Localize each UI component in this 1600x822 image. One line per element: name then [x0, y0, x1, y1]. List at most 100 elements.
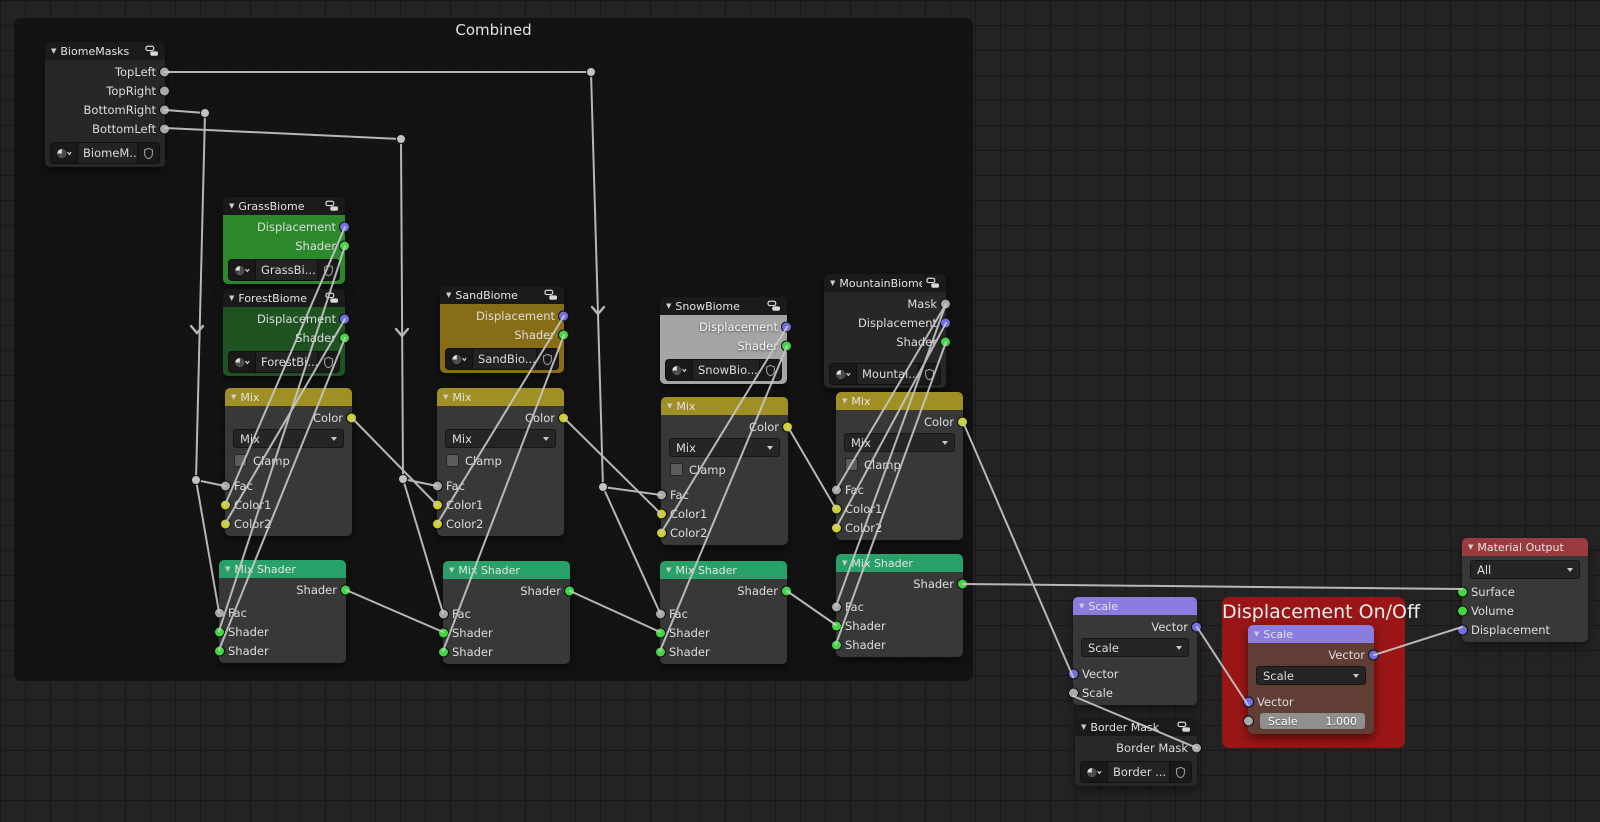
node-header[interactable]: ▼ Mix Shader — [836, 554, 963, 572]
collapse-arrow-icon[interactable]: ▼ — [51, 47, 56, 55]
fac-input-socket[interactable] — [432, 480, 443, 491]
node-mix-mountain[interactable]: ▼ Mix Color Mix Clamp Fac Color1 Color2 — [831, 392, 968, 540]
checkbox[interactable] — [234, 454, 247, 467]
border-mask-output-socket[interactable] — [1191, 742, 1202, 753]
datablock-name[interactable]: Mountai... — [857, 364, 918, 384]
node-material-output[interactable]: ▼ Material Output All Surface Volume Displace… — [1457, 538, 1588, 642]
fac-input-socket[interactable] — [438, 608, 449, 619]
node-mix-shader-snow[interactable]: ▼ Mix Shader Shader Fac Shader Shader — [655, 561, 792, 664]
collapse-arrow-icon[interactable]: ▼ — [666, 302, 671, 310]
node-header[interactable]: ▼ ForestBiome — [223, 289, 345, 307]
shader-output-socket[interactable] — [781, 585, 792, 596]
shader-input-socket[interactable] — [438, 646, 449, 657]
displacement-input-socket[interactable] — [1457, 624, 1468, 635]
collapse-arrow-icon[interactable]: ▼ — [830, 279, 835, 287]
node-biome-masks[interactable]: ▼ BiomeMasks TopLeft TopRight BottomRight Bot… — [45, 42, 170, 167]
fac-input-socket[interactable] — [214, 607, 225, 618]
node-scale-displacement[interactable]: ▼ Scale Vector Scale Vector Scale 1.000 — [1243, 625, 1379, 734]
shader-input-socket[interactable] — [438, 627, 449, 638]
shader-input-socket[interactable] — [831, 620, 842, 631]
displacement-output-socket[interactable] — [781, 321, 792, 332]
mask-output-socket[interactable] — [940, 298, 951, 309]
bottomleft-output-socket[interactable] — [159, 123, 170, 134]
scale-input-socket[interactable] — [1243, 715, 1254, 727]
color1-input-socket[interactable] — [220, 499, 231, 510]
checkbox[interactable] — [845, 458, 858, 471]
shader-output-socket[interactable] — [558, 329, 569, 340]
shader-output-socket[interactable] — [940, 336, 951, 347]
vector-output-socket[interactable] — [1191, 621, 1202, 632]
datablock-name[interactable]: BiomeM... — [78, 143, 137, 163]
collapse-arrow-icon[interactable]: ▼ — [229, 294, 234, 302]
collapse-arrow-icon[interactable]: ▼ — [666, 566, 671, 574]
datablock-selector[interactable]: Border ... — [1080, 761, 1192, 783]
datablock-selector[interactable]: Mountai... — [829, 363, 941, 385]
color-output-socket[interactable] — [346, 412, 357, 423]
node-link[interactable] — [962, 421, 1074, 678]
datablock-selector[interactable]: SnowBio... — [665, 359, 782, 381]
node-header[interactable]: ▼ SnowBiome — [660, 297, 787, 315]
collapse-arrow-icon[interactable]: ▼ — [1081, 723, 1086, 731]
node-mix-snow[interactable]: ▼ Mix Color Mix Clamp Fac Color1 Color2 — [656, 397, 793, 545]
collapse-arrow-icon[interactable]: ▼ — [1079, 602, 1084, 610]
node-mix-shader-mountain[interactable]: ▼ Mix Shader Shader Fac Shader Shader — [831, 554, 968, 657]
shield-icon[interactable] — [918, 364, 940, 384]
displacement-output-socket[interactable] — [940, 317, 951, 328]
fac-input-socket[interactable] — [220, 480, 231, 491]
dropdown-all[interactable]: All — [1470, 560, 1580, 579]
node-border-mask[interactable]: ▼ Border Mask Border Mask Border ... — [1075, 718, 1202, 786]
node-mountain-biome[interactable]: ▼ MountainBiome Mask Displacement Shader Moun… — [824, 274, 951, 388]
shader-output-socket[interactable] — [564, 585, 575, 596]
checkbox[interactable] — [446, 454, 459, 467]
fac-input-socket[interactable] — [831, 484, 842, 495]
vector-output-socket[interactable] — [1368, 649, 1379, 660]
fac-input-socket[interactable] — [655, 608, 666, 619]
collapse-arrow-icon[interactable]: ▼ — [446, 291, 451, 299]
dropdown-mix[interactable]: Mix — [233, 429, 344, 448]
node-header[interactable]: ▼ Mix — [836, 392, 963, 410]
datablock-name[interactable]: SandBio... — [473, 349, 536, 369]
datablock-browse-icon[interactable] — [229, 352, 256, 372]
node-header[interactable]: ▼ Mix Shader — [219, 560, 346, 578]
color1-input-socket[interactable] — [656, 508, 667, 519]
shader-input-socket[interactable] — [655, 627, 666, 638]
datablock-selector[interactable]: GrassBi... — [228, 259, 340, 281]
shield-icon[interactable] — [1169, 762, 1191, 782]
shield-icon[interactable] — [536, 349, 558, 369]
node-snow-biome[interactable]: ▼ SnowBiome Displacement Shader SnowBio... — [660, 297, 792, 384]
value-slider[interactable]: Scale 1.000 — [1260, 713, 1365, 729]
color-output-socket[interactable] — [782, 421, 793, 432]
datablock-name[interactable]: ForestBi... — [256, 352, 317, 372]
node-header[interactable]: ▼ MountainBiome — [824, 274, 946, 292]
checkbox[interactable] — [670, 463, 683, 476]
collapse-arrow-icon[interactable]: ▼ — [449, 566, 454, 574]
shield-icon[interactable] — [317, 352, 339, 372]
node-header[interactable]: ▼ Scale — [1248, 625, 1374, 643]
vector-input-socket[interactable] — [1068, 668, 1079, 679]
datablock-browse-icon[interactable] — [51, 143, 78, 163]
shader-output-socket[interactable] — [339, 240, 350, 251]
node-header[interactable]: ▼ GrassBiome — [223, 197, 345, 215]
displacement-output-socket[interactable] — [558, 310, 569, 321]
collapse-arrow-icon[interactable]: ▼ — [842, 397, 847, 405]
scale-input-socket[interactable] — [1068, 687, 1079, 698]
collapse-arrow-icon[interactable]: ▼ — [225, 565, 230, 573]
node-header[interactable]: ▼ Material Output — [1462, 538, 1588, 556]
surface-input-socket[interactable] — [1457, 586, 1468, 597]
datablock-selector[interactable]: ForestBi... — [228, 351, 340, 373]
node-forest-biome[interactable]: ▼ ForestBiome Displacement Shader ForestBi..… — [223, 289, 350, 376]
color2-input-socket[interactable] — [220, 518, 231, 529]
node-header[interactable]: ▼ Mix — [661, 397, 788, 415]
collapse-arrow-icon[interactable]: ▼ — [231, 393, 236, 401]
shader-output-socket[interactable] — [339, 332, 350, 343]
node-scale-vector[interactable]: ▼ Scale Vector Scale Vector Scale — [1068, 597, 1202, 705]
shader-input-socket[interactable] — [214, 626, 225, 637]
node-header[interactable]: ▼ Border Mask — [1075, 718, 1197, 736]
collapse-arrow-icon[interactable]: ▼ — [229, 202, 234, 210]
datablock-name[interactable]: SnowBio... — [693, 360, 759, 380]
node-mix-sand[interactable]: ▼ Mix Color Mix Clamp Fac Color1 Color2 — [432, 388, 569, 536]
datablock-browse-icon[interactable] — [666, 360, 693, 380]
node-mix-shader-sand[interactable]: ▼ Mix Shader Shader Fac Shader Shader — [438, 561, 575, 664]
node-link[interactable] — [962, 583, 1463, 590]
dropdown-mix[interactable]: Mix — [445, 429, 556, 448]
